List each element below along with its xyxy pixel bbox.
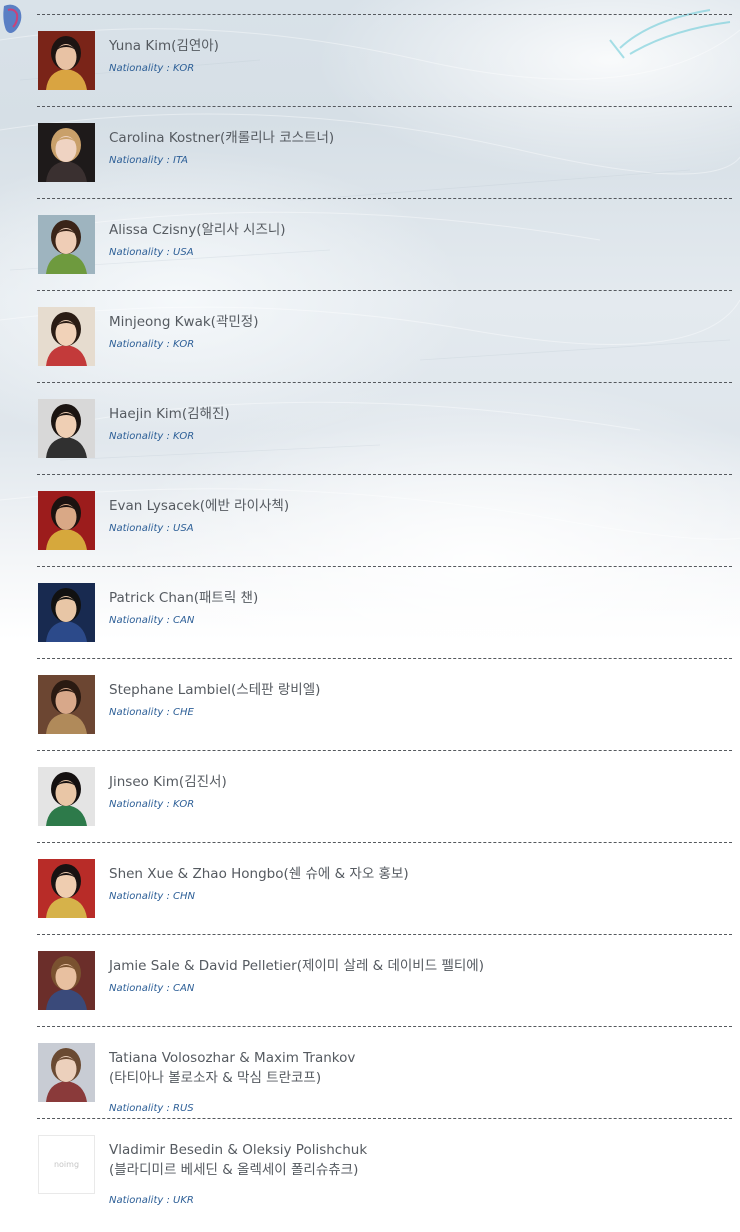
corner-ornament-icon [3,4,22,34]
skater-name-line: (블라디미르 베세딘 & 올렉세이 폴리슈츄크) [109,1162,359,1178]
skater-name[interactable]: Tatiana Volosozhar & Maxim Trankov (타티아나 … [109,1048,355,1088]
noimg-label: noimg [53,1160,80,1169]
skater-name[interactable]: Vladimir Besedin & Oleksiy Polishchuk (블라… [109,1140,367,1180]
skater-row[interactable]: Carolina Kostner(캐롤리나 코스트너) Nationality :… [37,106,732,198]
skater-name[interactable]: Shen Xue & Zhao Hongbo(쉔 슈에 & 자오 홍보) [109,864,409,884]
nationality-separator: : [163,155,174,166]
nationality-label: Nationality [109,707,164,718]
skater-row[interactable]: Stephane Lambiel(스테판 랑비엘) Nationality : C… [37,658,732,750]
skater-row[interactable]: Yuna Kim(김연아) Nationality : KOR [37,14,732,106]
skater-photo[interactable] [38,215,95,274]
nationality-code: UKR [173,1195,194,1206]
nationality-separator: : [163,615,174,626]
skater-row[interactable]: Patrick Chan(패트릭 챈) Nationality : CAN [37,566,732,658]
skater-name[interactable]: Stephane Lambiel(스테판 랑비엘) [109,680,320,700]
skater-row[interactable]: Tatiana Volosozhar & Maxim Trankov (타티아나 … [37,1026,732,1118]
nationality: Nationality : UKR [109,1195,194,1206]
nationality-code: CHN [173,891,196,902]
nationality-separator: : [163,707,174,718]
nationality-separator: : [163,1103,174,1114]
nationality-separator: : [163,63,174,74]
nationality-label: Nationality [109,155,164,166]
nationality: Nationality : CHE [109,707,194,718]
skater-name[interactable]: Haejin Kim(김해진) [109,404,230,424]
nationality-code: CAN [173,983,195,994]
nationality-separator: : [163,1195,174,1206]
skater-name-line: (타티아나 볼로소자 & 막심 트란코프) [109,1070,322,1086]
skater-photo[interactable] [38,859,95,918]
skater-row[interactable]: noimg Vladimir Besedin & Oleksiy Polishch… [37,1118,732,1210]
skater-name-line: Tatiana Volosozhar & Maxim Trankov [109,1050,356,1066]
nationality: Nationality : RUS [109,1103,194,1114]
nationality: Nationality : USA [109,247,194,258]
nationality-code: KOR [173,799,195,810]
nationality-label: Nationality [109,247,164,258]
nationality-label: Nationality [109,983,164,994]
skater-photo[interactable] [38,307,95,366]
skater-photo[interactable] [38,491,95,550]
nationality-separator: : [163,799,174,810]
nationality: Nationality : CAN [109,983,194,994]
skater-photo[interactable] [38,767,95,826]
nationality: Nationality : KOR [109,339,194,350]
skater-photo[interactable] [38,1043,95,1102]
nationality-label: Nationality [109,891,164,902]
nationality-separator: : [163,247,174,258]
nationality: Nationality : KOR [109,63,194,74]
nationality-separator: : [163,983,174,994]
skater-row[interactable]: Jinseo Kim(김진서) Nationality : KOR [37,750,732,842]
skater-name[interactable]: Patrick Chan(패트릭 챈) [109,588,258,608]
nationality-code: KOR [173,339,195,350]
skater-photo[interactable] [38,675,95,734]
nationality-separator: : [163,523,174,534]
nationality: Nationality : CHN [109,891,195,902]
skater-name[interactable]: Yuna Kim(김연아) [109,36,219,56]
skater-row[interactable]: Shen Xue & Zhao Hongbo(쉔 슈에 & 자오 홍보) Nati… [37,842,732,934]
nationality-code: ITA [173,155,189,166]
skater-name[interactable]: Evan Lysacek(에반 라이사첵) [109,496,289,516]
skater-row[interactable]: Evan Lysacek(에반 라이사첵) Nationality : USA [37,474,732,566]
skater-photo[interactable] [38,123,95,182]
skater-photo[interactable] [38,583,95,642]
skater-photo-placeholder[interactable]: noimg [38,1135,95,1194]
skater-name[interactable]: Jinseo Kim(김진서) [109,772,227,792]
skater-list: Yuna Kim(김연아) Nationality : KOR Carolina K… [37,14,732,1210]
nationality-label: Nationality [109,63,164,74]
skater-name-line: Vladimir Besedin & Oleksiy Polishchuk [109,1142,368,1158]
nationality: Nationality : KOR [109,799,194,810]
skater-row[interactable]: Jamie Sale & David Pelletier(제이미 살레 & 데이… [37,934,732,1026]
nationality-code: RUS [173,1103,194,1114]
nationality-label: Nationality [109,615,164,626]
nationality-code: CHE [173,707,194,718]
nationality-label: Nationality [109,1103,164,1114]
nationality-label: Nationality [109,1195,164,1206]
skater-photo[interactable] [38,399,95,458]
nationality: Nationality : USA [109,523,194,534]
nationality-label: Nationality [109,523,164,534]
skater-name[interactable]: Minjeong Kwak(곽민정) [109,312,258,332]
nationality-separator: : [163,339,174,350]
skater-name[interactable]: Carolina Kostner(캐롤리나 코스트너) [109,128,334,148]
nationality-code: CAN [173,615,195,626]
skater-row[interactable]: Haejin Kim(김해진) Nationality : KOR [37,382,732,474]
nationality-code: KOR [173,431,195,442]
nationality-label: Nationality [109,431,164,442]
skater-row[interactable]: Alissa Czisny(알리사 시즈니) Nationality : USA [37,198,732,290]
nationality-code: USA [173,523,194,534]
skater-photo[interactable] [38,951,95,1010]
nationality: Nationality : KOR [109,431,194,442]
nationality-code: USA [173,247,194,258]
nationality-separator: : [163,891,174,902]
nationality: Nationality : ITA [109,155,188,166]
skater-name[interactable]: Jamie Sale & David Pelletier(제이미 살레 & 데이… [109,956,484,976]
nationality-separator: : [163,431,174,442]
nationality-code: KOR [173,63,195,74]
skater-photo[interactable] [38,31,95,90]
skater-row[interactable]: Minjeong Kwak(곽민정) Nationality : KOR [37,290,732,382]
nationality-label: Nationality [109,339,164,350]
skater-name[interactable]: Alissa Czisny(알리사 시즈니) [109,220,286,240]
nationality: Nationality : CAN [109,615,194,626]
nationality-label: Nationality [109,799,164,810]
